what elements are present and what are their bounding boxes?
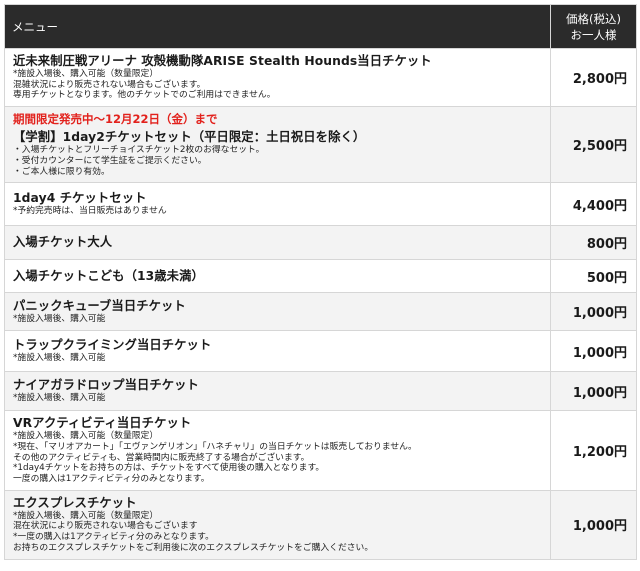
menu-item-price: 1,000円 [550, 489, 637, 560]
menu-item-notes: *予約完売時は、当日販売はありません [13, 206, 542, 217]
table-row: 入場チケット大人 800円 [4, 225, 637, 261]
menu-item-note-line: 混在状況により販売されない場合もございます [13, 521, 198, 532]
menu-item-price: 1,000円 [550, 371, 637, 412]
menu-item-price: 1,200円 [550, 410, 637, 491]
menu-item-cell: VRアクティビティ当日チケット *施設入場後、購入可能（数量限定） *現在、「マリオ… [4, 410, 551, 491]
menu-item-notes: ・入場チケットとフリーチョイスチケット2枚のお得なセット。 ・受付カウンターにて学… [13, 145, 542, 177]
menu-item-cell: 入場チケット大人 [4, 225, 551, 261]
menu-item-name: VRアクティビティ当日チケット [13, 416, 192, 431]
menu-item-note-line: お持ちのエクスプレスチケットをご利用後に次のエクスプレスチケットをご購入ください… [13, 542, 374, 553]
menu-item-notes: *施設入場後、購入可能 [13, 353, 542, 364]
menu-item-name: ナイアガラドロップ当日チケット [13, 378, 199, 393]
menu-item-note-line: 混雑状況により販売されない場合もございます。 [13, 79, 206, 90]
price-header-line2: お一人様 [570, 27, 617, 42]
menu-item-name: 近未来制圧戦アリーナ 攻殻機動隊ARISE Stealth Hounds当日チケ… [13, 54, 432, 68]
menu-item-note-line: *一度の購入は1アクティビティ分のみとなります。 [13, 532, 214, 543]
menu-item-cell: エクスプレスチケット *施設入場後、購入可能（数量限定） 混在状況により販売されない… [4, 489, 551, 560]
menu-item-name: 1day4 チケットセット [13, 191, 147, 206]
menu-item-cell: 入場チケットこども（13歳未満） [4, 259, 551, 294]
menu-item-name: 入場チケット大人 [13, 235, 113, 250]
table-row: トラップクライミング当日チケット *施設入場後、購入可能 1,000円 [4, 330, 637, 373]
table-row: ナイアガラドロップ当日チケット *施設入場後、購入可能 1,000円 [4, 371, 637, 412]
table-row: 期間限定発売中～12月22日（金）まで【学割】1day2チケットセット（平日限定… [4, 106, 637, 184]
menu-item-notes: *施設入場後、購入可能 [13, 314, 542, 325]
menu-item-note-line: 専用チケットとなります。他のチケットでのご利用はできません。 [13, 90, 276, 101]
menu-item-price: 1,000円 [550, 330, 637, 373]
menu-item-note-line: *現在、「マリオアカート」「エヴァンゲリオン」「ハネチャリ」の当日チケットは販売… [13, 441, 417, 452]
menu-item-note-line: ・入場チケットとフリーチョイスチケット2枚のお得なセット。 [13, 145, 265, 156]
menu-item-note-line: *施設入場後、購入可能 [13, 353, 106, 364]
table-row: パニックキューブ当日チケット *施設入場後、購入可能 1,000円 [4, 292, 637, 332]
table-row: 近未来制圧戦アリーナ 攻殻機動隊ARISE Stealth Hounds当日チケ… [4, 47, 637, 108]
menu-item-price: 1,000円 [550, 292, 637, 332]
menu-item-note-line: *施設入場後、購入可能（数量限定） [13, 69, 159, 79]
menu-item-cell: トラップクライミング当日チケット *施設入場後、購入可能 [4, 330, 551, 373]
price-header-line1: 価格(税込) [566, 11, 621, 26]
table-row: VRアクティビティ当日チケット *施設入場後、購入可能（数量限定） *現在、「マリオ… [4, 410, 637, 491]
menu-item-notes: *施設入場後、購入可能 [13, 393, 542, 404]
menu-item-note-line: *施設入場後、購入可能 [13, 393, 106, 404]
menu-item-note-line: *1day4チケットをお持ちの方は、チケットをすべて使用後の購入となります。 [13, 463, 325, 474]
table-row: エクスプレスチケット *施設入場後、購入可能（数量限定） 混在状況により販売されない… [4, 489, 637, 560]
menu-item-note-line: *施設入場後、購入可能 [13, 313, 106, 324]
menu-item-name: トラップクライミング当日チケット [13, 338, 212, 353]
menu-item-name: 入場チケットこども（13歳未満） [13, 268, 204, 283]
menu-item-cell: 1day4 チケットセット *予約完売時は、当日販売はありません [4, 182, 551, 227]
menu-item-note-line: *施設入場後、購入可能（数量限定） [13, 431, 159, 442]
menu-item-cell: パニックキューブ当日チケット *施設入場後、購入可能 [4, 292, 551, 332]
menu-item-cell: 期間限定発売中～12月22日（金）まで【学割】1day2チケットセット（平日限定… [4, 106, 551, 184]
menu-item-price: 2,500円 [550, 106, 637, 184]
menu-column-header: メニュー [4, 4, 551, 49]
menu-item-price: 4,400円 [550, 182, 637, 227]
price-menu-panel: メニュー 価格(税込) お一人様 近未来制圧戦アリーナ 攻殻機動隊ARISE S… [4, 4, 637, 560]
menu-item-notes: *施設入場後、購入可能（数量限定） 混在状況により販売されない場合もございます *一… [13, 511, 542, 554]
menu-item-note-line: *予約完売時は、当日販売はありません [13, 206, 167, 217]
menu-item-notes: *施設入場後、購入可能（数量限定） *現在、「マリオアカート」「エヴァンゲリオン」… [13, 431, 542, 485]
table-row: 入場チケットこども（13歳未満） 500円 [4, 259, 637, 294]
menu-item-name: パニックキューブ当日チケット [13, 298, 186, 313]
menu-item-note-line: その他のアクティビティも、営業時間内に販売終了する場合がございます。 [13, 452, 310, 463]
table-header-row: メニュー 価格(税込) お一人様 [4, 4, 637, 49]
price-table: メニュー 価格(税込) お一人様 近未来制圧戦アリーナ 攻殻機動隊ARISE S… [4, 4, 637, 560]
promo-banner-text: 期間限定発売中～12月22日（金）まで [13, 112, 218, 127]
menu-item-note-line: ・受付カウンターにて学生証をご提示ください。 [13, 155, 207, 166]
menu-item-price: 800円 [550, 225, 637, 261]
menu-item-cell: ナイアガラドロップ当日チケット *施設入場後、購入可能 [4, 371, 551, 412]
menu-item-name: エクスプレスチケット [13, 495, 137, 510]
menu-item-cell: 近未来制圧戦アリーナ 攻殻機動隊ARISE Stealth Hounds当日チケ… [4, 47, 551, 108]
menu-item-notes: *施設入場後、購入可能（数量限定） 混雑状況により販売されない場合もございます。専… [13, 69, 542, 101]
menu-item-note-line: 一度の購入は1アクティビティ分のみとなります。 [13, 474, 210, 485]
menu-item-price: 500円 [550, 259, 637, 294]
menu-item-note-line: ・ご本人様に限り有効。 [13, 166, 110, 177]
table-row: 1day4 チケットセット *予約完売時は、当日販売はありません 4,400円 [4, 182, 637, 227]
menu-item-price: 2,800円 [550, 47, 637, 108]
menu-item-name: 【学割】1day2チケットセット（平日限定：土日祝日を除く） [13, 130, 366, 145]
price-column-header: 価格(税込) お一人様 [550, 4, 637, 49]
menu-item-note-line: *施設入場後、購入可能（数量限定） [13, 510, 159, 521]
